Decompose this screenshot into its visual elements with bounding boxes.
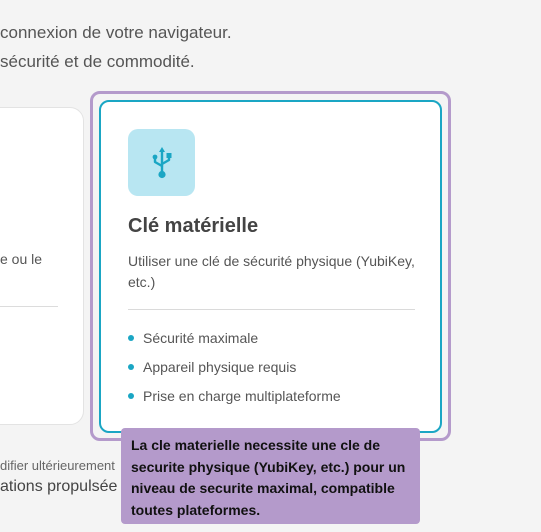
- footer-note-line-2: ations propulsée: [0, 478, 118, 495]
- feature-label: Prise en charge multiplateforme: [143, 388, 341, 404]
- card-title: Clé matérielle: [128, 215, 259, 237]
- hardware-key-card[interactable]: Clé matérielle Utiliser une clé de sécur…: [99, 100, 442, 433]
- previous-card-description: e ou le: [0, 251, 43, 267]
- bullet-dot: [128, 393, 134, 399]
- bullet-dot: [128, 335, 134, 341]
- feature-item: Prise en charge multiplateforme: [128, 386, 341, 415]
- auth-method-screen: connexion de votre navigateur. sécurité …: [0, 0, 541, 532]
- card-divider: [128, 309, 415, 310]
- feature-list: Sécurité maximale Appareil physique requ…: [128, 328, 341, 415]
- previous-card-divider: [0, 306, 58, 307]
- feature-label: Sécurité maximale: [143, 330, 259, 346]
- intro-text-line-2: sécurité et de commodité.: [0, 52, 195, 71]
- card-description: Utiliser une clé de sécurité physique (Y…: [128, 253, 415, 290]
- feature-item: Sécurité maximale: [128, 328, 341, 357]
- footer-note-line-1: difier ultérieurement: [0, 458, 115, 473]
- usb-icon: [128, 129, 195, 196]
- hardware-key-tooltip: La cle materielle necessite une cle de s…: [121, 428, 420, 524]
- intro-text-line-1: connexion de votre navigateur.: [0, 23, 232, 42]
- feature-item: Appareil physique requis: [128, 357, 341, 386]
- feature-label: Appareil physique requis: [143, 359, 297, 375]
- bullet-dot: [128, 364, 134, 370]
